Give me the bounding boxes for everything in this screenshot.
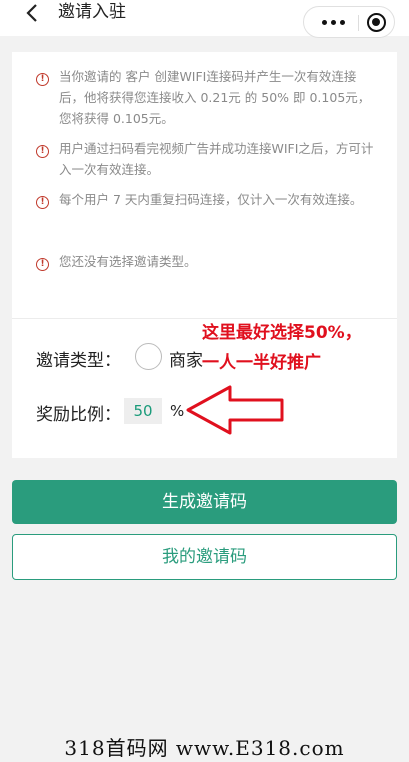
page-title: 邀请入驻 [58, 2, 126, 22]
site-watermark: 318首码网 www.E318.com [64, 736, 345, 760]
capsule-divider [358, 15, 359, 31]
promo-annotation: 这里最好选择50%， 一人一半好推广 [202, 318, 402, 378]
close-miniprogram-icon[interactable] [367, 13, 386, 32]
annotation-line-2: 一人一半好推广 [202, 353, 321, 373]
generate-invite-code-button[interactable]: 生成邀请码 [12, 480, 397, 524]
reward-ratio-input[interactable]: 50 [124, 398, 162, 424]
back-arrow-icon[interactable] [22, 2, 44, 24]
notice-item: ! 每个用户 7 天内重复扫码连接，仅计入一次有效连接。 [36, 189, 379, 210]
merchant-radio[interactable] [135, 343, 162, 370]
notice-item: ! 用户通过扫码看完视频广告并成功连接WIFI之后，方可计入一次有效连接。 [36, 138, 379, 180]
more-menu-icon[interactable] [316, 7, 350, 37]
invite-type-label: 邀请类型： [36, 351, 121, 371]
nav-bar: 邀请入驻 [0, 0, 409, 38]
warning-icon: ! [36, 73, 49, 86]
red-arrow-annotation [186, 385, 284, 435]
notice-text: 用户通过扫码看完视频广告并成功连接WIFI之后，方可计入一次有效连接。 [59, 141, 374, 177]
annotation-line-1: 这里最好选择50%， [202, 323, 362, 343]
notice-item: ! 当你邀请的 客户 创建WIFI连接码并产生一次有效连接后，他将获得您连接收入… [36, 66, 379, 129]
notice-text: 您还没有选择邀请类型。 [59, 254, 197, 269]
reward-ratio-label: 奖励比例： [36, 405, 121, 425]
notice-text: 每个用户 7 天内重复扫码连接，仅计入一次有效连接。 [59, 192, 363, 207]
percent-unit: % [170, 402, 185, 420]
notice-text: 当你邀请的 客户 创建WIFI连接码并产生一次有效连接后，他将获得您连接收入 0… [59, 69, 371, 126]
my-invite-codes-button[interactable]: 我的邀请码 [12, 534, 397, 580]
warning-icon: ! [36, 258, 49, 271]
mini-program-capsule [303, 6, 395, 38]
merchant-radio-label[interactable]: 商家 [169, 346, 203, 371]
notice-item: ! 您还没有选择邀请类型。 [36, 251, 379, 272]
warning-icon: ! [36, 196, 49, 209]
warning-icon: ! [36, 145, 49, 158]
